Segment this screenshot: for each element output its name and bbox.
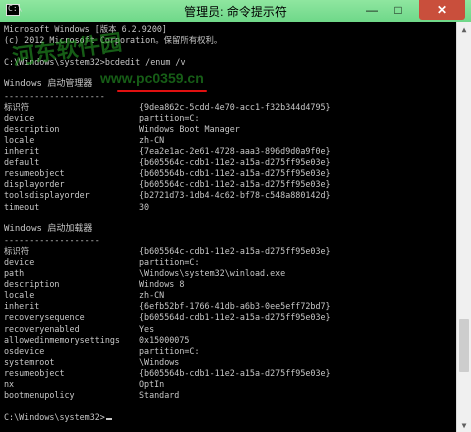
bcd-entry-row: device partition=C:	[4, 113, 457, 124]
bcd-entry-value: zh-CN	[139, 134, 165, 145]
bcd-entry-key: nx	[4, 379, 15, 389]
bcd-entry-key: allowedinmemorysettings	[4, 334, 120, 345]
bcd-entry-row: timeout 30	[4, 202, 457, 213]
bcd-entry-row: displayorder {b605564c-cdb1-11e2-a15a-d27…	[4, 179, 457, 190]
close-button[interactable]: ✕	[419, 0, 465, 20]
bcd-entry-row: description Windows 8	[4, 279, 457, 290]
command-prompt: C:\Windows\system32>	[4, 412, 457, 423]
console-line: Microsoft Windows [版本 6.2.9200]	[4, 24, 167, 34]
scroll-down-button[interactable]: ▼	[457, 418, 471, 432]
bcd-entry-row: description Windows Boot Manager	[4, 124, 457, 135]
console-output[interactable]: Microsoft Windows [版本 6.2.9200] (c) 2012 …	[0, 22, 457, 432]
bcd-entry-value: \Windows\system32\winload.exe	[139, 268, 286, 279]
bcd-entry-row: locale zh-CN	[4, 290, 457, 301]
console-line: Windows 启动管理器	[4, 79, 93, 90]
bcd-entry-value: {b605564c-cdb1-11e2-a15a-d275ff95e03e}	[139, 179, 331, 190]
bcd-entry-value: Yes	[139, 323, 155, 334]
bcd-entry-value: {b605564c-cdb1-11e2-a15a-d275ff95e03e}	[139, 245, 331, 256]
bcd-entry-row: inherit {6efb52bf-1766-41db-a6b3-0ee5eff7…	[4, 301, 457, 312]
bcd-entry-value: {6efb52bf-1766-41db-a6b3-0ee5eff72bd7}	[139, 301, 331, 312]
bcd-entry-key: 标识符	[4, 245, 30, 256]
console-lines: Microsoft Windows [版本 6.2.9200] (c) 2012 …	[4, 24, 457, 423]
bcd-entry-value: 0x15000075	[139, 334, 190, 345]
bcd-entry-value: Windows Boot Manager	[139, 123, 240, 134]
bcd-entry-row: recoverysequence {b605564d-cdb1-11e2-a15a…	[4, 312, 457, 323]
bcd-entry-key: recoverysequence	[4, 312, 85, 323]
title-bar[interactable]: C:\ 管理员: 命令提示符 — □ ✕	[0, 0, 471, 23]
bcd-entry-value: \Windows	[139, 356, 180, 367]
console-line: --------------------	[4, 90, 105, 101]
bcd-entry-value: {9dea862c-5cdd-4e70-acc1-f32b344d4795}	[139, 101, 331, 112]
bcd-entry-key: description	[4, 123, 60, 134]
bcd-entry-key: timeout	[4, 201, 40, 212]
bcd-entry-key: inherit	[4, 301, 40, 312]
bcd-entry-key: resumeobject	[4, 367, 65, 378]
scrollbar-thumb[interactable]	[459, 318, 469, 372]
bcd-entry-row: allowedinmemorysettings 0x15000075	[4, 335, 457, 346]
bcd-entry-key: device	[4, 256, 35, 267]
bcd-entry-key: displayorder	[4, 179, 65, 190]
bcd-entry-value: {b2721d73-1db4-4c62-bf78-c548a880142d}	[139, 190, 331, 201]
vertical-scrollbar[interactable]: ▲ ▼	[456, 22, 471, 432]
bcd-entry-row: 标识符 {9dea862c-5cdd-4e70-acc1-f32b344d4795…	[4, 102, 457, 113]
bcd-entry-row: toolsdisplayorder {b2721d73-1db4-4c62-bf7…	[4, 190, 457, 201]
console-line: C:\Windows\system32>bcdedit /enum /v	[4, 57, 186, 68]
section-heading: Windows 启动加载器	[4, 223, 93, 234]
bcd-entry-value: OptIn	[139, 379, 165, 389]
bcd-entry-value: Standard	[139, 390, 180, 401]
maximize-button[interactable]: □	[385, 0, 411, 20]
text-cursor	[105, 418, 112, 421]
bcd-entry-value: zh-CN	[139, 290, 165, 301]
scroll-up-button[interactable]: ▲	[457, 22, 471, 36]
bcd-entry-key: systemroot	[4, 356, 55, 367]
bcd-entry-key: locale	[4, 290, 35, 301]
minimize-button[interactable]: —	[359, 0, 385, 20]
bcd-entry-value: {b605564b-cdb1-11e2-a15a-d275ff95e03e}	[139, 367, 331, 378]
bcd-entry-key: osdevice	[4, 345, 45, 356]
bcd-entry-value: {b605564b-cdb1-11e2-a15a-d275ff95e03e}	[139, 168, 331, 179]
bcd-entry-row: systemroot \Windows	[4, 357, 457, 368]
bcd-entry-value: {b605564d-cdb1-11e2-a15a-d275ff95e03e}	[139, 312, 331, 323]
command-prompt-window: C:\ 管理员: 命令提示符 — □ ✕ Microsoft Windows […	[0, 0, 471, 432]
bcd-entry-row: device partition=C:	[4, 257, 457, 268]
bcd-entry-key: resumeobject	[4, 168, 65, 179]
bcd-entry-row: 标识符 {b605564c-cdb1-11e2-a15a-d275ff95e03e…	[4, 246, 457, 257]
bcd-entry-row: path \Windows\system32\winload.exe	[4, 268, 457, 279]
bcd-entry-row: osdevice partition=C:	[4, 346, 457, 357]
section-rule: -------------------	[4, 234, 100, 245]
bcd-entry-key: device	[4, 112, 35, 123]
bcd-entry-key: 标识符	[4, 101, 30, 112]
bcd-entry-row: nx OptIn	[4, 379, 457, 390]
bcd-entry-key: inherit	[4, 146, 40, 157]
bcd-entry-key: description	[4, 279, 60, 290]
bcd-entry-value: partition=C:	[139, 256, 200, 267]
bcd-entry-value: partition=C:	[139, 112, 200, 123]
scrollbar-track[interactable]	[459, 36, 469, 418]
bcd-entry-row: resumeobject {b605564b-cdb1-11e2-a15a-d27…	[4, 368, 457, 379]
bcd-entry-value: {7ea2e1ac-2e61-4728-aaa3-896d9d0a9f0e}	[139, 146, 331, 157]
bcd-entry-value: Windows 8	[139, 279, 185, 290]
bcd-entry-value: 30	[139, 201, 150, 212]
bcd-entry-row: bootmenupolicy Standard	[4, 390, 457, 401]
bcd-entry-value: partition=C:	[139, 345, 200, 356]
bcd-entry-key: bootmenupolicy	[4, 390, 75, 401]
console-line: (c) 2012 Microsoft Corporation。保留所有权利。	[4, 35, 223, 46]
bcd-entry-row: inherit {7ea2e1ac-2e61-4728-aaa3-896d9d0a…	[4, 146, 457, 157]
bcd-entry-row: resumeobject {b605564b-cdb1-11e2-a15a-d27…	[4, 168, 457, 179]
bcd-entry-key: recoveryenabled	[4, 323, 80, 334]
bcd-entry-key: path	[4, 268, 25, 279]
command-highlight-underline	[117, 90, 207, 92]
bcd-entry-row: default {b605564c-cdb1-11e2-a15a-d275ff95…	[4, 157, 457, 168]
bcd-entry-row: recoveryenabled Yes	[4, 324, 457, 335]
bcd-entry-key: locale	[4, 134, 35, 145]
bcd-entry-value: {b605564c-cdb1-11e2-a15a-d275ff95e03e}	[139, 157, 331, 168]
bcd-entry-key: default	[4, 157, 40, 168]
bcd-entry-key: toolsdisplayorder	[4, 190, 90, 201]
bcd-entry-row: locale zh-CN	[4, 135, 457, 146]
